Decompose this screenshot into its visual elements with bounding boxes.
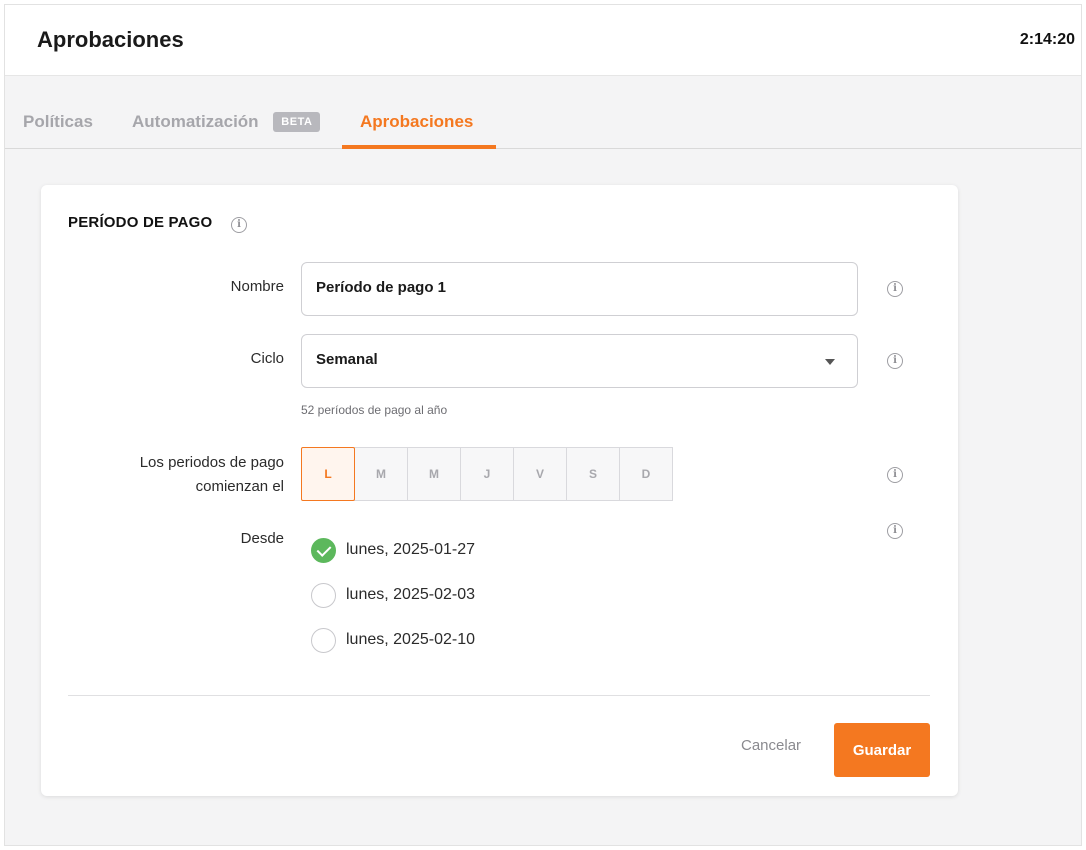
- card-title: PERÍODO DE PAGO: [68, 214, 213, 231]
- ciclo-value: Semanal: [316, 351, 378, 368]
- day-button-d[interactable]: D: [619, 447, 673, 501]
- day-button-m2[interactable]: M: [407, 447, 461, 501]
- info-icon[interactable]: i: [887, 523, 903, 539]
- day-button-m[interactable]: M: [354, 447, 408, 501]
- pay-period-card: PERÍODO DE PAGO i Nombre Período de pago…: [41, 185, 958, 796]
- info-icon[interactable]: i: [887, 353, 903, 369]
- ciclo-select[interactable]: Semanal: [301, 334, 858, 388]
- nombre-value: Período de pago 1: [316, 279, 447, 296]
- start-day-label-line1: Los periodos de pago: [139, 454, 284, 471]
- caret-down-icon: [825, 359, 835, 365]
- tab-automatizacion[interactable]: Automatización BETA: [132, 76, 321, 149]
- tab-bar: Políticas Automatización BETA Aprobacion…: [5, 76, 1081, 149]
- desde-label: Desde: [240, 530, 284, 547]
- tab-politicas[interactable]: Políticas: [23, 76, 93, 149]
- radio-button[interactable]: [311, 582, 336, 608]
- desde-option-label: lunes, 2025-01-27: [346, 541, 475, 558]
- save-button[interactable]: Guardar: [834, 723, 930, 777]
- weekday-selector: L M M J V S D: [301, 447, 673, 501]
- tab-label: Políticas: [23, 112, 93, 131]
- day-button-l[interactable]: L: [301, 447, 355, 501]
- desde-option[interactable]: lunes, 2025-02-10: [311, 627, 475, 653]
- desde-option-label: lunes, 2025-02-03: [346, 586, 475, 603]
- page-title: Aprobaciones: [37, 27, 184, 52]
- clock: 2:14:20: [1019, 31, 1075, 48]
- day-button-j[interactable]: J: [460, 447, 514, 501]
- divider: [68, 695, 930, 696]
- ciclo-hint: 52 períodos de pago al año: [301, 403, 448, 417]
- tab-label: Aprobaciones: [360, 112, 474, 131]
- tab-label: Automatización: [132, 112, 259, 131]
- info-icon[interactable]: i: [887, 281, 903, 297]
- desde-option[interactable]: lunes, 2025-01-27: [311, 537, 475, 563]
- nombre-input[interactable]: Período de pago 1: [301, 262, 858, 316]
- day-button-s[interactable]: S: [566, 447, 620, 501]
- ciclo-label: Ciclo: [250, 350, 284, 367]
- app-frame: Aprobaciones 2:14:20 Políticas Automatiz…: [4, 4, 1082, 846]
- day-button-v[interactable]: V: [513, 447, 567, 501]
- start-day-label: Los periodos de pago comienzan el: [140, 451, 284, 499]
- radio-button[interactable]: [311, 627, 336, 653]
- header: Aprobaciones 2:14:20: [5, 5, 1081, 76]
- info-icon[interactable]: i: [231, 217, 247, 233]
- start-day-label-line2: comienzan el: [195, 478, 284, 495]
- beta-badge: BETA: [273, 112, 321, 132]
- active-tab-indicator: [342, 145, 496, 149]
- desde-option-label: lunes, 2025-02-10: [346, 631, 475, 648]
- nombre-label: Nombre: [230, 278, 284, 295]
- info-icon[interactable]: i: [887, 467, 903, 483]
- desde-option[interactable]: lunes, 2025-02-03: [311, 582, 475, 608]
- cancel-button[interactable]: Cancelar: [741, 737, 801, 754]
- tab-aprobaciones[interactable]: Aprobaciones: [360, 76, 473, 149]
- check-icon[interactable]: [311, 537, 336, 563]
